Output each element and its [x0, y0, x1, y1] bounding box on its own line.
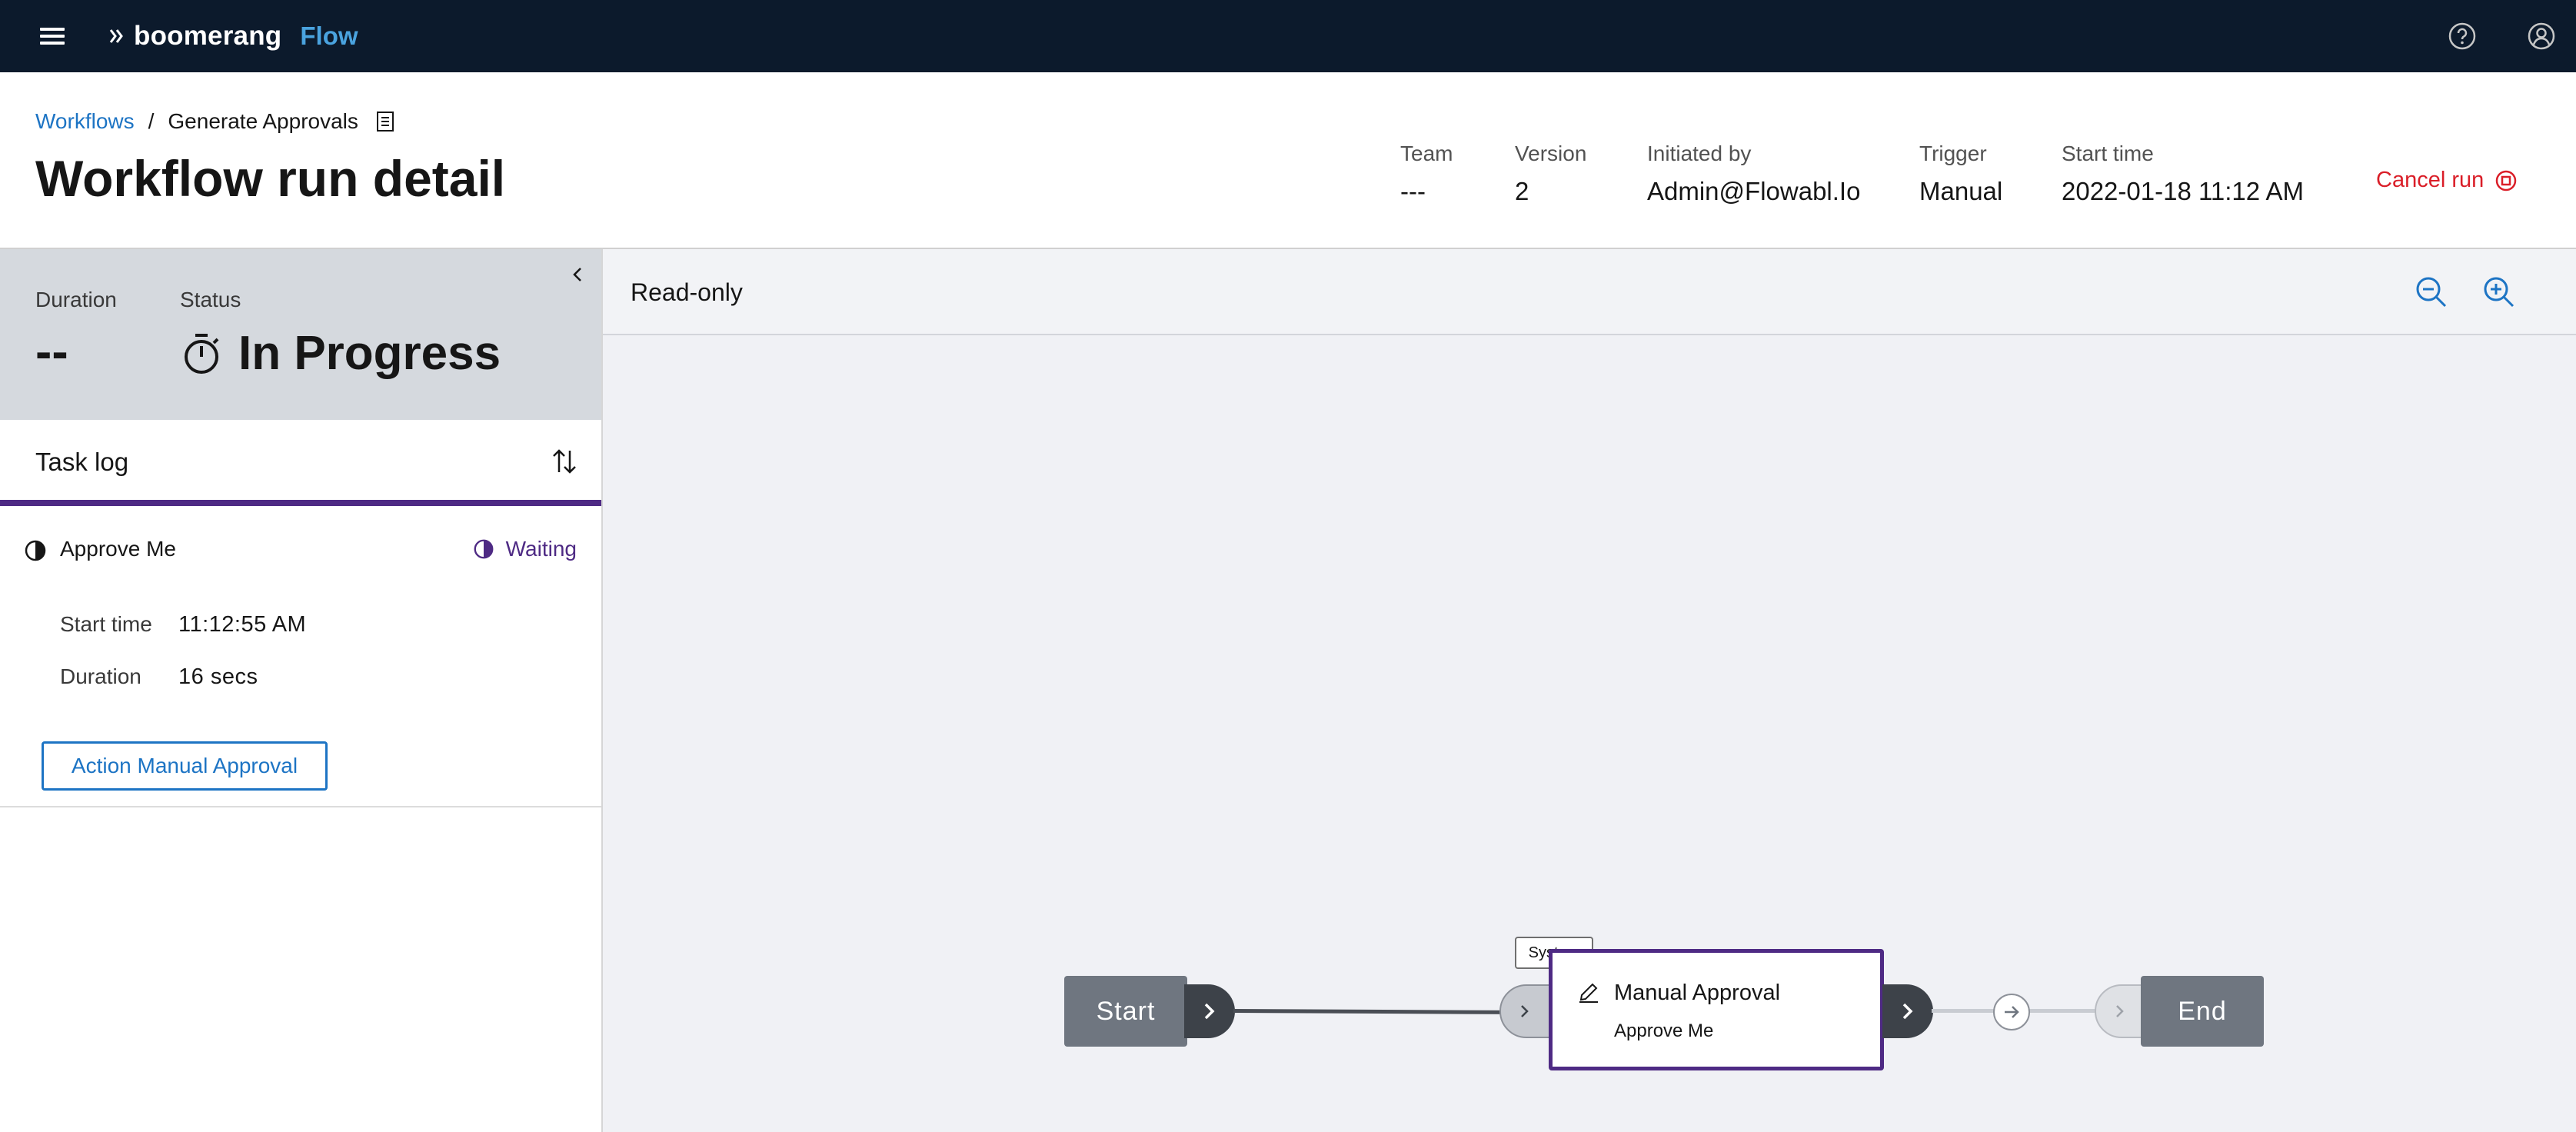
task-start-value: 11:12:55 AM — [178, 612, 307, 637]
product-name: Flow — [300, 22, 358, 50]
breadcrumb-current: Generate Approvals — [168, 109, 358, 133]
workflow-canvas[interactable]: Read-only Start System M — [601, 249, 2576, 1132]
task-duration-label: Duration — [60, 664, 141, 688]
summary-duration-label: Duration — [35, 288, 117, 311]
task-status: Waiting — [472, 537, 577, 561]
zoom-out-icon[interactable] — [2413, 274, 2450, 311]
meta-team: Team --- — [1400, 142, 1453, 206]
cancel-run-button[interactable]: Cancel run — [2376, 168, 2518, 193]
task-node-output-port[interactable] — [1882, 984, 1933, 1038]
user-avatar-icon[interactable] — [2525, 20, 2558, 52]
hamburger-icon[interactable] — [37, 21, 68, 52]
summary-status: In Progress — [181, 326, 501, 381]
task-status-label: Waiting — [505, 537, 577, 561]
task-node-title: Manual Approval — [1614, 981, 1781, 1005]
edge-midpoint-arrow-icon[interactable] — [1993, 994, 2030, 1030]
meta-trigger-label: Trigger — [1919, 142, 1987, 165]
meta-version-value: 2 — [1515, 177, 1529, 205]
task-node-subtitle: Approve Me — [1614, 1020, 1714, 1041]
meta-start-value: 2022-01-18 11:12 AM — [2062, 177, 2304, 205]
top-nav-bar: boomerang Flow — [0, 0, 2576, 72]
meta-version-label: Version — [1515, 142, 1587, 165]
end-node[interactable]: End — [2141, 976, 2264, 1047]
task-log-title: Task log — [35, 448, 129, 476]
chevron-right-icon — [1204, 1003, 1215, 1020]
start-node[interactable]: Start — [1064, 976, 1187, 1047]
boomerang-logo-icon — [109, 29, 123, 43]
end-node-input-port[interactable] — [2095, 984, 2145, 1038]
page-title: Workflow run detail — [35, 150, 506, 207]
meta-team-label: Team — [1400, 142, 1453, 165]
chevron-right-icon — [1521, 1005, 1529, 1017]
start-node-output-port[interactable] — [1184, 984, 1235, 1038]
timer-icon — [185, 333, 219, 374]
stop-icon — [2496, 170, 2517, 191]
arrow-right-icon — [2005, 1006, 2019, 1018]
cancel-run-label: Cancel run — [2376, 168, 2484, 192]
page-header: Workflows / Generate Approvals Workflow … — [0, 72, 2576, 249]
meta-initiated-label: Initiated by — [1647, 142, 1752, 165]
breadcrumb-workflows-link[interactable]: Workflows — [35, 109, 135, 134]
canvas-toolbar: Read-only — [603, 249, 2576, 335]
breadcrumb: Workflows / Generate Approvals — [35, 109, 395, 134]
breadcrumb-separator: / — [148, 109, 155, 133]
meta-initiated-value: Admin@Flowabl.Io — [1647, 177, 1861, 205]
task-log-item[interactable]: Approve Me Waiting Start time 11:12:55 A… — [0, 506, 601, 807]
meta-version: Version 2 — [1515, 142, 1586, 206]
chevron-right-icon — [1902, 1003, 1913, 1020]
zoom-in-icon[interactable] — [2481, 274, 2518, 311]
meta-start-label: Start time — [2062, 142, 2154, 165]
manual-approval-task-node[interactable]: Manual Approval Approve Me — [1549, 949, 1884, 1070]
meta-trigger-value: Manual — [1919, 177, 2003, 205]
summary-duration-value: -- — [35, 324, 68, 379]
task-duration-value: 16 secs — [178, 664, 258, 689]
task-log-header: Task log — [0, 420, 601, 506]
pencil-icon — [1579, 983, 1598, 1003]
run-summary-panel: Duration -- Status In Progress — [0, 249, 601, 420]
task-start-label: Start time — [60, 612, 152, 636]
task-node-input-port[interactable] — [1499, 984, 1550, 1038]
help-icon[interactable] — [2446, 20, 2478, 52]
document-icon[interactable] — [375, 110, 395, 133]
meta-start-time: Start time 2022-01-18 11:12 AM — [2062, 142, 2304, 206]
waiting-status-icon — [474, 539, 494, 559]
canvas-mode-label: Read-only — [631, 278, 743, 306]
chevron-right-icon — [2116, 1005, 2124, 1017]
task-log-empty-area — [0, 807, 601, 1132]
meta-trigger: Trigger Manual — [1919, 142, 2002, 206]
summary-status-value: In Progress — [238, 327, 501, 380]
summary-status-label: Status — [180, 288, 241, 311]
sort-arrows-icon[interactable] — [549, 446, 580, 477]
meta-team-value: --- — [1400, 177, 1426, 205]
brand[interactable]: boomerang Flow — [108, 17, 358, 55]
action-manual-approval-button[interactable]: Action Manual Approval — [42, 741, 328, 791]
chevron-left-icon[interactable] — [566, 263, 589, 286]
edge-start-to-task[interactable] — [1233, 1009, 1511, 1014]
meta-initiated-by: Initiated by Admin@Flowabl.Io — [1647, 142, 1860, 206]
half-circle-progress-icon — [25, 540, 46, 561]
brand-name: boomerang — [134, 21, 282, 51]
task-name: Approve Me — [60, 537, 176, 561]
